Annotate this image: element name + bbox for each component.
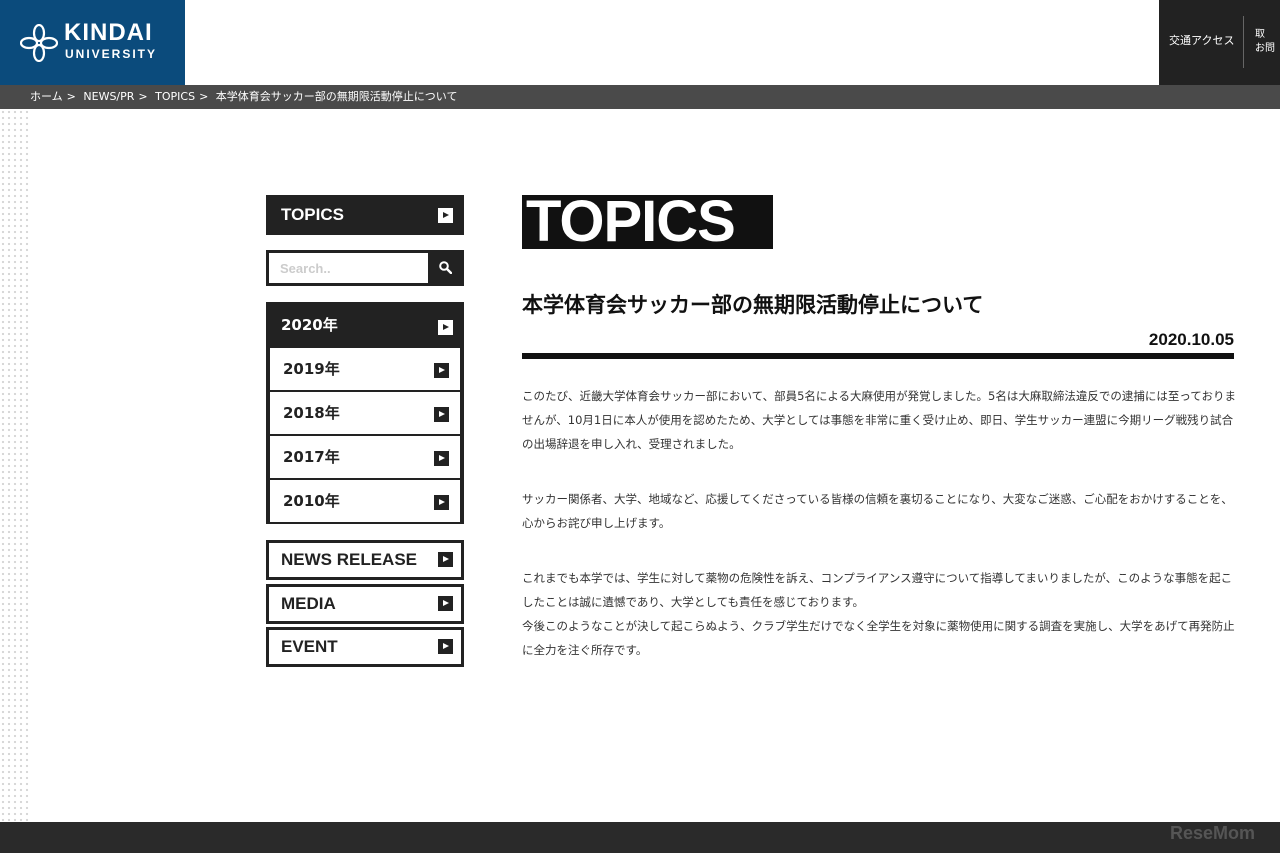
arrow-right-icon xyxy=(438,208,453,223)
arrow-right-icon xyxy=(438,320,453,335)
year-label: 2020年 xyxy=(281,316,338,334)
sidebar-media-button[interactable]: MEDIA xyxy=(266,584,464,624)
breadcrumb-topics[interactable]: TOPICS xyxy=(155,90,195,103)
site-footer xyxy=(0,822,1280,853)
article-paragraph: サッカー関係者、大学、地域など、応援してくださっている皆様の信頼を裏切ることにな… xyxy=(522,492,1233,530)
sidebar-event-button[interactable]: EVENT xyxy=(266,627,464,667)
breadcrumb-news-pr[interactable]: NEWS/PR xyxy=(83,90,134,103)
contact-link-line1: 取 xyxy=(1255,29,1265,40)
search-input[interactable] xyxy=(269,253,428,283)
arrow-right-icon xyxy=(434,495,449,510)
year-label: 2017年 xyxy=(283,448,340,466)
watermark: ReseMom xyxy=(1170,823,1256,843)
article-paragraph: これまでも本学では、学生に対して薬物の危険性を訴え、コンプライアンス遵守について… xyxy=(522,571,1233,609)
kindai-logo[interactable]: KINDAI UNIVERSITY xyxy=(0,0,185,85)
section-title: TOPICS xyxy=(522,195,773,249)
year-item-2019[interactable]: 2019年 xyxy=(270,348,460,390)
year-archive: 2020年 2019年 2018年 2017年 2010年 xyxy=(266,302,464,524)
logo-name: KINDAI xyxy=(64,19,153,46)
year-item-2018[interactable]: 2018年 xyxy=(270,392,460,434)
logo-subtitle: UNIVERSITY xyxy=(65,47,158,61)
search-icon xyxy=(439,261,452,274)
breadcrumb-home[interactable]: ホーム xyxy=(30,90,63,103)
article-paragraph: このたび、近畿大学体育会サッカー部において、部員5名による大麻使用が発覚しました… xyxy=(522,389,1236,451)
category-label: MEDIA xyxy=(281,594,336,613)
arrow-right-icon xyxy=(434,363,449,378)
year-label: 2010年 xyxy=(283,492,340,510)
header-links: 交通アクセス 取 お問 xyxy=(1159,0,1280,85)
breadcrumb-separator: > xyxy=(66,90,76,103)
year-label: 2019年 xyxy=(283,360,340,378)
year-item-2017[interactable]: 2017年 xyxy=(270,436,460,478)
header-divider xyxy=(1243,16,1244,68)
sidebar-topics-label: TOPICS xyxy=(281,205,344,224)
arrow-right-icon xyxy=(434,407,449,422)
category-label: NEWS RELEASE xyxy=(281,550,418,569)
search-box xyxy=(266,250,464,286)
breadcrumb-separator: > xyxy=(199,90,209,103)
category-label: EVENT xyxy=(281,637,338,656)
arrow-right-icon xyxy=(438,639,453,654)
year-item-2010[interactable]: 2010年 xyxy=(270,480,460,522)
sidebar-topics-button[interactable]: TOPICS xyxy=(266,195,464,235)
article-paragraph: 今後このようなことが決して起こらぬよう、クラブ学生だけでなく全学生を対象に薬物使… xyxy=(522,619,1235,657)
sidebar-news-release-button[interactable]: NEWS RELEASE xyxy=(266,540,464,580)
year-label: 2018年 xyxy=(283,404,340,422)
arrow-right-icon xyxy=(434,451,449,466)
arrow-right-icon xyxy=(438,552,453,567)
breadcrumb: ホーム > NEWS/PR > TOPICS > 本学体育会サッカー部の無期限活動停止… xyxy=(0,85,1280,109)
breadcrumb-current: 本学体育会サッカー部の無期限活動停止について xyxy=(215,90,458,103)
site-header: KINDAI UNIVERSITY 交通アクセス 取 お問 xyxy=(0,0,1280,85)
arrow-right-icon xyxy=(438,596,453,611)
contact-link-line2: お問 xyxy=(1255,43,1275,54)
article-title: 本学体育会サッカー部の無期限活動停止について xyxy=(522,293,984,317)
breadcrumb-separator: > xyxy=(138,90,148,103)
kindai-logo-icon xyxy=(20,24,58,62)
article-body: このたび、近畿大学体育会サッカー部において、部員5名による大麻使用が発覚しました… xyxy=(522,384,1238,662)
dotted-pattern xyxy=(0,109,30,822)
year-item-2020[interactable]: 2020年 xyxy=(266,302,464,348)
article-date: 2020.10.05 xyxy=(1148,330,1234,349)
access-link[interactable]: 交通アクセス xyxy=(1169,34,1234,48)
contact-link[interactable]: 取 お問 xyxy=(1255,28,1280,56)
search-button[interactable] xyxy=(430,253,461,283)
title-divider xyxy=(522,353,1234,359)
